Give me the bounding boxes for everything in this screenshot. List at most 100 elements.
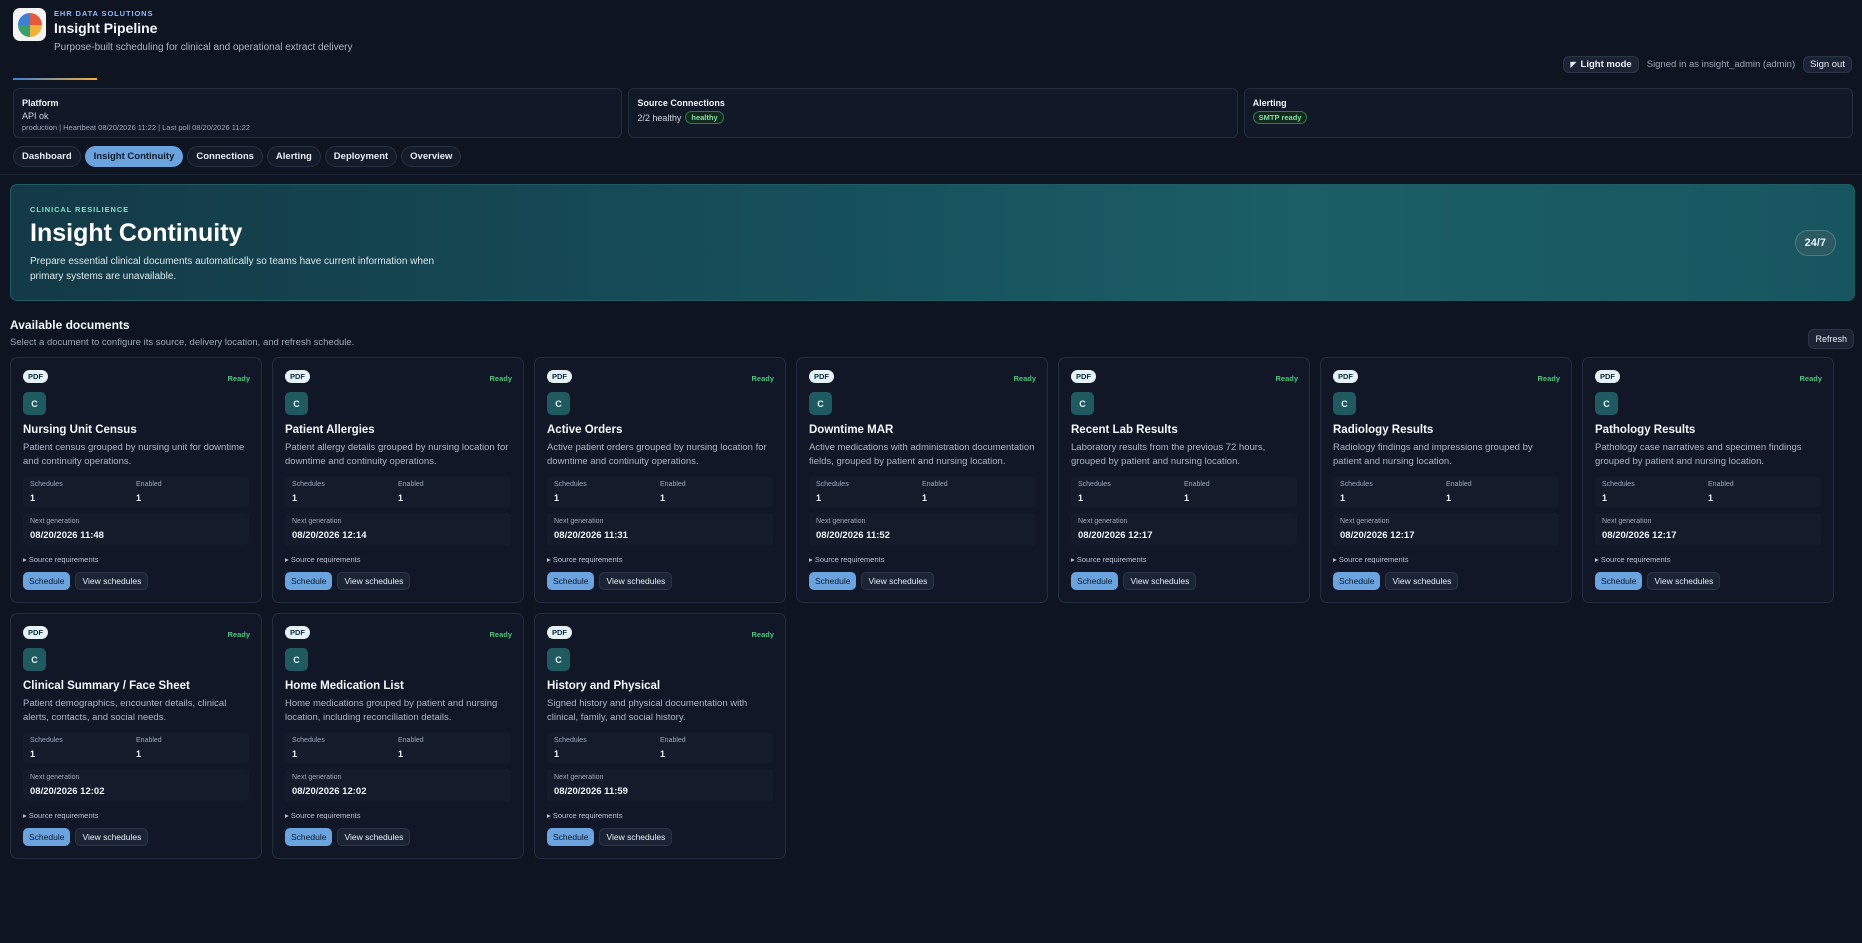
view-schedules-button[interactable]: View schedules [1647, 572, 1721, 590]
view-schedules-button[interactable]: View schedules [1385, 572, 1459, 590]
brand-block: EHR DATA SOLUTIONS Insight Pipeline Purp… [54, 8, 353, 53]
light-mode-toggle[interactable]: ◤ Light mode [1563, 56, 1639, 73]
tab-connections[interactable]: Connections [187, 146, 263, 167]
brand-kicker: EHR DATA SOLUTIONS [54, 9, 154, 18]
schedule-button[interactable]: Schedule [23, 572, 71, 590]
platform-status-card: Platform API ok production | Heartbeat 0… [13, 88, 623, 138]
schedules-value: 1 [292, 493, 298, 503]
document-stats: Schedules 1 Enabled 1 [1071, 477, 1297, 507]
view-schedules-button[interactable]: View schedules [75, 828, 149, 846]
schedule-button[interactable]: Schedule [547, 828, 595, 846]
platform-title: Platform [22, 98, 59, 108]
schedules-value: 1 [816, 493, 822, 503]
view-schedules-button[interactable]: View schedules [599, 572, 673, 590]
tab-overview[interactable]: Overview [401, 146, 462, 167]
document-card[interactable]: PDF Ready C Nursing Unit Census Patient … [10, 357, 262, 603]
source-requirements-toggle[interactable]: ▸ Source requirements [1595, 555, 1821, 564]
source-connections-card: Source Connections 2/2 healthy healthy [628, 88, 1238, 138]
next-generation-value: 08/20/2026 12:17 [1602, 530, 1677, 541]
sign-out-button[interactable]: Sign out [1803, 56, 1852, 73]
document-card[interactable]: PDF Ready C Pathology Results Pathology … [1582, 357, 1834, 603]
document-card[interactable]: PDF Ready C Clinical Summary / Face Shee… [10, 613, 262, 859]
enabled-label: Enabled [136, 481, 162, 488]
document-card[interactable]: PDF Ready C Active Orders Active patient… [534, 357, 786, 603]
source-requirements-toggle[interactable]: ▸ Source requirements [285, 811, 511, 820]
refresh-button[interactable]: Refresh [1808, 329, 1854, 349]
source-requirements-toggle[interactable]: ▸ Source requirements [547, 555, 773, 564]
source-requirements-toggle[interactable]: ▸ Source requirements [1071, 555, 1297, 564]
tab-insight-continuity[interactable]: Insight Continuity [84, 146, 184, 167]
next-generation-label: Next generation [554, 518, 604, 525]
document-card[interactable]: PDF Ready C Patient Allergies Patient al… [272, 357, 524, 603]
tab-dashboard[interactable]: Dashboard [13, 146, 81, 167]
enabled-label: Enabled [660, 737, 686, 744]
schedule-button[interactable]: Schedule [285, 572, 333, 590]
ready-status: Ready [1537, 374, 1560, 383]
source-requirements-toggle[interactable]: ▸ Source requirements [285, 555, 511, 564]
next-generation-label: Next generation [30, 774, 80, 781]
document-card[interactable]: PDF Ready C Radiology Results Radiology … [1320, 357, 1572, 603]
pdf-badge: PDF [23, 370, 48, 383]
document-description: Signed history and physical documentatio… [547, 698, 748, 723]
document-card[interactable]: PDF Ready C Home Medication List Home me… [272, 613, 524, 859]
document-card[interactable]: PDF Ready C Recent Lab Results Laborator… [1058, 357, 1310, 603]
document-title: Recent Lab Results [1071, 424, 1178, 436]
schedule-button[interactable]: Schedule [1595, 572, 1643, 590]
document-description: Active patient orders grouped by nursing… [547, 442, 767, 467]
document-description: Patient census grouped by nursing unit f… [23, 442, 245, 467]
view-schedules-button[interactable]: View schedules [337, 572, 411, 590]
document-actions: Schedule View schedules [1071, 572, 1297, 590]
pdf-badge: PDF [23, 626, 48, 639]
schedules-label: Schedules [554, 481, 587, 488]
next-generation-label: Next generation [1340, 518, 1390, 525]
enabled-stat: Enabled 1 [660, 737, 766, 759]
schedules-stat: Schedules 1 [292, 481, 398, 503]
schedule-button[interactable]: Schedule [23, 828, 71, 846]
document-title: Radiology Results [1333, 424, 1434, 436]
enabled-value: 1 [136, 749, 142, 759]
document-actions: Schedule View schedules [285, 828, 511, 846]
enabled-value: 1 [660, 749, 666, 759]
source-requirements-toggle[interactable]: ▸ Source requirements [809, 555, 1035, 564]
hero-kicker: CLINICAL RESILIENCE [30, 205, 130, 214]
source-requirements-toggle[interactable]: ▸ Source requirements [23, 811, 249, 820]
view-schedules-button[interactable]: View schedules [1123, 572, 1197, 590]
enabled-stat: Enabled 1 [136, 737, 242, 759]
schedule-button[interactable]: Schedule [285, 828, 333, 846]
view-schedules-button[interactable]: View schedules [75, 572, 149, 590]
schedule-button[interactable]: Schedule [547, 572, 595, 590]
next-generation: Next generation 08/20/2026 11:59 [547, 769, 773, 802]
next-generation-value: 08/20/2026 12:17 [1078, 530, 1153, 541]
view-schedules-button[interactable]: View schedules [337, 828, 411, 846]
ready-status: Ready [227, 374, 250, 383]
document-description: Patient allergy details grouped by nursi… [285, 442, 509, 467]
next-generation: Next generation 08/20/2026 12:02 [285, 769, 511, 802]
tab-alerting[interactable]: Alerting [266, 146, 321, 167]
next-generation: Next generation 08/20/2026 12:17 [1595, 513, 1821, 546]
document-card[interactable]: PDF Ready C Downtime MAR Active medicati… [796, 357, 1048, 603]
next-generation-label: Next generation [30, 518, 80, 525]
enabled-value: 1 [1708, 493, 1714, 503]
source-requirements-toggle[interactable]: ▸ Source requirements [23, 555, 249, 564]
schedules-value: 1 [1340, 493, 1346, 503]
tab-deployment[interactable]: Deployment [324, 146, 398, 167]
view-schedules-button[interactable]: View schedules [599, 828, 673, 846]
next-generation-value: 08/20/2026 11:52 [816, 530, 890, 541]
document-description: Home medications grouped by patient and … [285, 698, 498, 723]
document-card[interactable]: PDF Ready C History and Physical Signed … [534, 613, 786, 859]
document-stats: Schedules 1 Enabled 1 [547, 733, 773, 763]
schedules-value: 1 [554, 749, 560, 759]
next-generation: Next generation 08/20/2026 11:52 [809, 513, 1035, 546]
schedules-value: 1 [30, 493, 36, 503]
document-description: Pathology case narratives and specimen f… [1595, 442, 1802, 467]
next-generation: Next generation 08/20/2026 11:31 [547, 513, 773, 546]
source-connections-title: Source Connections [637, 98, 725, 108]
schedule-button[interactable]: Schedule [1333, 572, 1381, 590]
user-bar: ◤ Light mode Signed in as insight_admin … [1563, 56, 1852, 73]
schedule-button[interactable]: Schedule [809, 572, 857, 590]
document-actions: Schedule View schedules [809, 572, 1035, 590]
schedule-button[interactable]: Schedule [1071, 572, 1119, 590]
source-requirements-toggle[interactable]: ▸ Source requirements [547, 811, 773, 820]
source-requirements-toggle[interactable]: ▸ Source requirements [1333, 555, 1559, 564]
view-schedules-button[interactable]: View schedules [861, 572, 935, 590]
